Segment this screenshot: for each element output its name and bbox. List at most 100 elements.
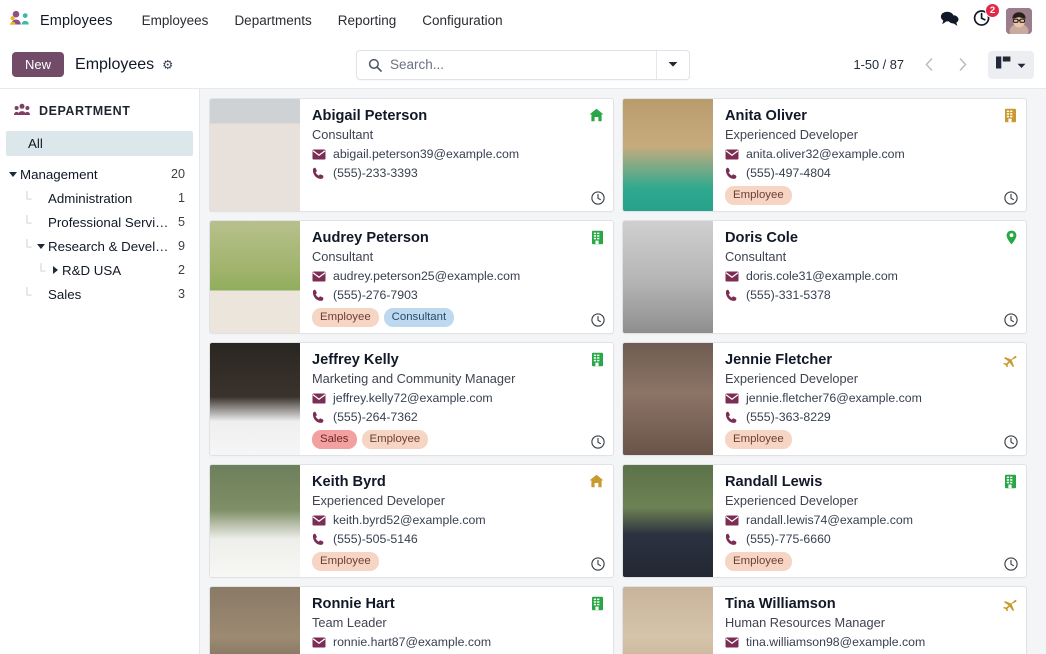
sidebar-item-sales[interactable]: └Sales3 xyxy=(0,282,199,306)
chevron-down-icon[interactable] xyxy=(34,244,48,249)
employee-card[interactable]: Audrey PetersonConsultantaudrey.peterson… xyxy=(209,220,614,334)
employee-email-row[interactable]: keith.byrd52@example.com xyxy=(312,513,603,527)
plane-icon[interactable] xyxy=(1001,596,1017,611)
building-icon[interactable] xyxy=(591,352,604,367)
envelope-icon xyxy=(312,393,326,404)
employee-phone-row[interactable]: (555)-497-4804 xyxy=(725,166,1016,180)
employee-card[interactable]: Ronnie HartTeam Leaderronnie.hart87@exam… xyxy=(209,586,614,654)
employee-email-row[interactable]: jeffrey.kelly72@example.com xyxy=(312,391,603,405)
employee-email-row[interactable]: randall.lewis74@example.com xyxy=(725,513,1016,527)
search-input[interactable] xyxy=(390,57,656,72)
employee-photo xyxy=(623,221,713,333)
employee-name: Anita Oliver xyxy=(725,108,1016,125)
employee-email-row[interactable]: jennie.fletcher76@example.com xyxy=(725,391,1016,405)
sidebar-item-all[interactable]: All xyxy=(6,131,193,156)
employee-photo xyxy=(210,465,300,577)
avatar[interactable] xyxy=(1006,8,1032,34)
employee-email-row[interactable]: anita.oliver32@example.com xyxy=(725,147,1016,161)
messages-button[interactable] xyxy=(940,10,959,32)
phone-icon xyxy=(312,411,326,424)
employee-phone: (555)-233-3393 xyxy=(333,166,418,180)
building-icon[interactable] xyxy=(1004,474,1017,489)
employee-photo xyxy=(210,343,300,455)
sidebar-item-management[interactable]: Management20 xyxy=(0,162,199,186)
employee-phone-row[interactable]: (555)-233-3393 xyxy=(312,166,603,180)
employee-job-title: Experienced Developer xyxy=(725,493,1016,508)
employee-card[interactable]: Jeffrey KellyMarketing and Community Man… xyxy=(209,342,614,456)
employee-email: randall.lewis74@example.com xyxy=(746,513,913,527)
sidebar-item-r-d-usa[interactable]: └R&D USA2 xyxy=(0,258,199,282)
clock-icon[interactable] xyxy=(1004,313,1018,327)
phone-icon xyxy=(725,167,739,180)
employee-card[interactable]: Anita OliverExperienced Developeranita.o… xyxy=(622,98,1027,212)
clock-icon[interactable] xyxy=(1004,435,1018,449)
menu-item-departments[interactable]: Departments xyxy=(221,8,324,33)
home-icon[interactable] xyxy=(589,474,604,488)
employee-card[interactable]: Randall LewisExperienced Developerrandal… xyxy=(622,464,1027,578)
building-icon[interactable] xyxy=(591,596,604,611)
phone-icon xyxy=(725,533,739,546)
clock-icon[interactable] xyxy=(591,191,605,205)
menu-item-employees[interactable]: Employees xyxy=(129,8,222,33)
sidebar-item-count: 1 xyxy=(172,191,185,205)
sidebar-item-research-develop[interactable]: └Research & Develop...9 xyxy=(0,234,199,258)
employee-card-body: Audrey PetersonConsultantaudrey.peterson… xyxy=(300,221,613,333)
employee-photo xyxy=(623,343,713,455)
clock-icon[interactable] xyxy=(591,435,605,449)
sidebar-item-count: 9 xyxy=(172,239,185,253)
employee-photo xyxy=(210,99,300,211)
employee-job-title: Consultant xyxy=(312,127,603,142)
activities-button[interactable]: 2 xyxy=(973,9,992,32)
pager-previous-button[interactable] xyxy=(914,51,944,79)
chevron-right-icon[interactable] xyxy=(48,266,62,274)
chevron-down-icon[interactable] xyxy=(6,172,20,177)
main-body: DEPARTMENT All Management20└Administrati… xyxy=(0,88,1046,654)
employee-email-row[interactable]: tina.williamson98@example.com xyxy=(725,635,1016,649)
employee-card[interactable]: Abigail PetersonConsultantabigail.peters… xyxy=(209,98,614,212)
menu-item-reporting[interactable]: Reporting xyxy=(325,8,410,33)
employee-card[interactable]: Jennie FletcherExperienced Developerjenn… xyxy=(622,342,1027,456)
employee-phone-row[interactable]: (555)-276-7903 xyxy=(312,288,603,302)
envelope-icon xyxy=(312,637,326,648)
building-icon[interactable] xyxy=(1004,108,1017,123)
home-icon[interactable] xyxy=(589,108,604,122)
employee-phone-row[interactable]: (555)-775-6660 xyxy=(725,532,1016,546)
sidebar-item-count: 5 xyxy=(172,215,185,229)
employee-email-row[interactable]: audrey.peterson25@example.com xyxy=(312,269,603,283)
new-button[interactable]: New xyxy=(12,52,64,77)
sidebar-item-professional-services[interactable]: └Professional Services5 xyxy=(0,210,199,234)
pager-next-button[interactable] xyxy=(948,51,978,79)
employee-job-title: Human Resources Manager xyxy=(725,615,1016,630)
employee-phone: (555)-276-7903 xyxy=(333,288,418,302)
employee-phone: (555)-331-5378 xyxy=(746,288,831,302)
employee-phone-row[interactable]: (555)-264-7362 xyxy=(312,410,603,424)
employee-email-row[interactable]: doris.cole31@example.com xyxy=(725,269,1016,283)
clock-icon[interactable] xyxy=(591,313,605,327)
employee-phone-row[interactable]: (555)-363-8229 xyxy=(725,410,1016,424)
clock-icon[interactable] xyxy=(1004,191,1018,205)
plane-icon[interactable] xyxy=(1001,352,1017,367)
chat-bubble-icon xyxy=(940,10,959,32)
sidebar-item-count: 2 xyxy=(172,263,185,277)
employee-card[interactable]: Doris ColeConsultantdoris.cole31@example… xyxy=(622,220,1027,334)
sidebar-item-administration[interactable]: └Administration1 xyxy=(0,186,199,210)
menu-item-configuration[interactable]: Configuration xyxy=(409,8,515,33)
search-dropdown-toggle[interactable] xyxy=(656,51,689,79)
clock-icon[interactable] xyxy=(591,557,605,571)
clock-icon[interactable] xyxy=(1004,557,1018,571)
app-brand[interactable]: Employees xyxy=(10,10,129,31)
employee-email: ronnie.hart87@example.com xyxy=(333,635,491,649)
view-switcher[interactable] xyxy=(988,51,1034,79)
employee-card[interactable]: Keith ByrdExperienced Developerkeith.byr… xyxy=(209,464,614,578)
employee-phone-row[interactable]: (555)-505-5146 xyxy=(312,532,603,546)
sidebar-item-label: Research & Develop... xyxy=(48,239,172,254)
map-pin-icon[interactable] xyxy=(1006,230,1017,245)
gear-icon[interactable]: ⚙ xyxy=(162,57,173,72)
building-icon[interactable] xyxy=(591,230,604,245)
kanban-view-icon xyxy=(996,56,1011,74)
employee-phone-row[interactable]: (555)-331-5378 xyxy=(725,288,1016,302)
employee-email-row[interactable]: abigail.peterson39@example.com xyxy=(312,147,603,161)
employee-email-row[interactable]: ronnie.hart87@example.com xyxy=(312,635,603,649)
employee-name: Audrey Peterson xyxy=(312,230,603,247)
employee-card[interactable]: Tina WilliamsonHuman Resources Managerti… xyxy=(622,586,1027,654)
